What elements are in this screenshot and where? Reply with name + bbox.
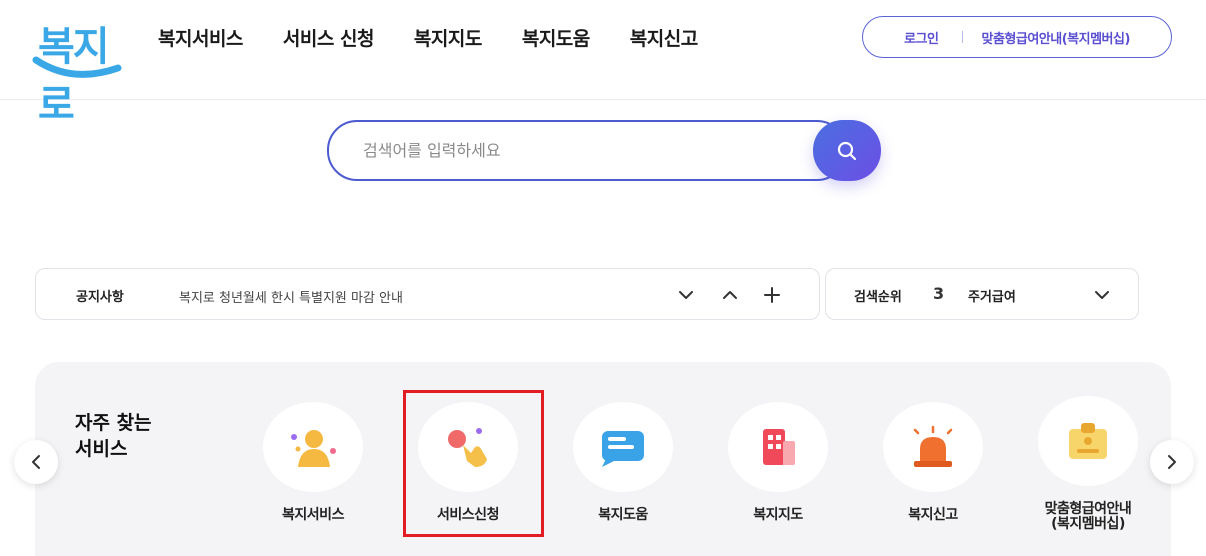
nav-welfare-map[interactable]: 복지지도	[414, 24, 482, 51]
service-label: 복지서비스	[282, 507, 344, 523]
search-icon	[837, 141, 857, 160]
service-help[interactable]: 복지도움	[568, 402, 678, 523]
tap-hand-icon	[448, 428, 487, 467]
siren-icon	[913, 425, 953, 467]
search-input[interactable]	[327, 120, 847, 181]
notice-label: 공지사항	[76, 290, 124, 305]
notice-text[interactable]: 복지로 청년월세 한시 특별지원 마감 안내	[179, 287, 403, 306]
service-welfare[interactable]: 복지서비스	[258, 402, 368, 523]
chevron-up-icon	[723, 291, 737, 299]
plus-icon	[764, 287, 780, 303]
custom-benefit-link[interactable]: 맞춤형급여안내(복지멤버십)	[981, 28, 1130, 47]
service-label: 복지지도	[753, 507, 803, 523]
ranking-number: 3	[933, 284, 945, 303]
notice-next-button[interactable]	[674, 283, 698, 307]
chevron-left-icon	[32, 455, 40, 469]
service-apply[interactable]: 서비스신청	[413, 402, 523, 523]
logo-swoosh-icon	[32, 56, 122, 78]
site-logo[interactable]: 복지로	[32, 10, 122, 128]
nav-service-apply[interactable]: 서비스 신청	[283, 24, 375, 51]
header-actions: 로그인 맞춤형급여안내(복지멤버십)	[862, 16, 1172, 58]
service-report[interactable]: 복지신고	[878, 402, 988, 523]
nav-welfare-help[interactable]: 복지도움	[522, 24, 590, 51]
service-custom-benefit[interactable]: 맞춤형급여안내 (복지멤버십)	[1033, 396, 1143, 532]
person-icon	[291, 430, 336, 467]
chevron-right-icon	[1168, 455, 1176, 469]
service-icon-circle	[418, 402, 518, 492]
nav-welfare-service[interactable]: 복지서비스	[158, 24, 243, 51]
search-bar	[327, 120, 881, 181]
chevron-down-icon	[1095, 291, 1109, 299]
chat-icon	[602, 431, 644, 467]
notice-more-button[interactable]	[760, 283, 784, 307]
ranking-term[interactable]: 주거급여	[968, 286, 1016, 305]
main-nav: 복지서비스 서비스 신청 복지지도 복지도움 복지신고	[158, 24, 698, 51]
chevron-down-icon	[679, 291, 693, 299]
notice-bar: 공지사항 복지로 청년월세 한시 특별지원 마감 안내	[35, 268, 820, 320]
service-label: 복지도움	[598, 507, 648, 523]
ranking-label: 검색순위	[854, 290, 902, 305]
search-button[interactable]	[813, 120, 881, 181]
service-icon-circle	[1038, 396, 1138, 486]
service-label: 복지신고	[908, 507, 958, 523]
notice-prev-button[interactable]	[718, 283, 742, 307]
service-icon-circle	[728, 402, 828, 492]
id-badge-icon	[1069, 423, 1107, 459]
site-header: 복지로 복지서비스 서비스 신청 복지지도 복지도움 복지신고 로그인 맞춤형급…	[0, 0, 1206, 128]
frequent-services-panel: 자주 찾는 서비스 복지서비스 서비스신청 복지도움 복지지도 복지신고 맞춤형…	[35, 362, 1171, 556]
service-icon-circle	[573, 402, 673, 492]
service-icon-circle	[263, 402, 363, 492]
carousel-prev-button[interactable]	[14, 440, 58, 484]
service-label: 맞춤형급여안내 (복지멤버십)	[1044, 501, 1132, 532]
search-ranking: 검색순위 3 주거급여	[825, 268, 1139, 320]
service-label: 서비스신청	[437, 507, 499, 523]
ranking-expand-button[interactable]	[1090, 283, 1114, 307]
service-map[interactable]: 복지지도	[723, 402, 833, 523]
login-link[interactable]: 로그인	[904, 28, 939, 47]
frequent-services-title: 자주 찾는 서비스	[75, 412, 152, 460]
nav-welfare-report[interactable]: 복지신고	[630, 24, 698, 51]
service-icon-circle	[883, 402, 983, 492]
carousel-next-button[interactable]	[1150, 440, 1194, 484]
divider	[962, 31, 964, 43]
building-icon	[763, 429, 795, 465]
